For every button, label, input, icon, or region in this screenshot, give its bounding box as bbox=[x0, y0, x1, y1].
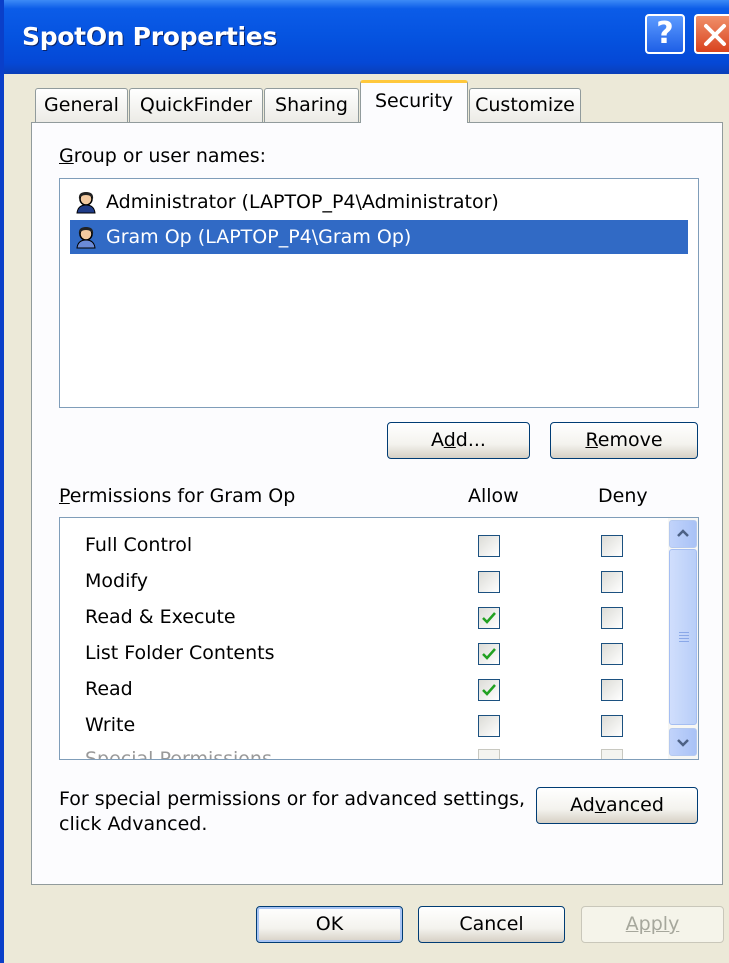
user-name: Administrator (LAPTOP_P4\Administrator) bbox=[106, 191, 499, 213]
permissions-list[interactable]: Full Control Modify Read & Execute List … bbox=[59, 517, 699, 760]
chevron-up-icon bbox=[677, 529, 689, 537]
deny-column-header: Deny bbox=[598, 485, 648, 507]
tab-customize[interactable]: Customize bbox=[469, 88, 581, 122]
close-icon[interactable] bbox=[694, 14, 729, 54]
help-icon[interactable]: ? bbox=[645, 14, 685, 54]
permission-row-special-permissions: Special Permissions bbox=[60, 742, 660, 760]
permission-name: Full Control bbox=[85, 534, 193, 556]
permission-row-full-control: Full Control bbox=[60, 528, 660, 564]
allow-checkbox[interactable] bbox=[478, 607, 500, 629]
permissions-label: Permissions for Gram Op bbox=[59, 485, 296, 507]
list-item-administrator[interactable]: Administrator (LAPTOP_P4\Administrator) bbox=[70, 185, 688, 219]
permission-row-modify: Modify bbox=[60, 564, 660, 600]
allow-checkbox[interactable] bbox=[478, 679, 500, 701]
permission-name: Write bbox=[85, 714, 136, 736]
allow-checkbox[interactable] bbox=[478, 643, 500, 665]
tab-sharing[interactable]: Sharing bbox=[264, 88, 359, 122]
allow-column-header: Allow bbox=[468, 485, 519, 507]
advanced-hint-line1: For special permissions or for advanced … bbox=[59, 788, 526, 810]
permission-row-read: Read bbox=[60, 672, 660, 708]
deny-checkbox[interactable] bbox=[601, 571, 623, 593]
scroll-down-button[interactable] bbox=[669, 728, 697, 756]
deny-checkbox[interactable] bbox=[601, 643, 623, 665]
checkmark-icon bbox=[482, 684, 496, 696]
permission-row-write: Write bbox=[60, 708, 660, 744]
permission-name: Read bbox=[85, 678, 133, 700]
allow-checkbox bbox=[478, 749, 500, 759]
scroll-thumb[interactable] bbox=[669, 549, 697, 725]
group-or-user-names-label: Group or user names: bbox=[59, 145, 267, 167]
cancel-button[interactable]: Cancel bbox=[418, 906, 565, 943]
permission-name: Modify bbox=[85, 570, 148, 592]
checkmark-icon bbox=[482, 648, 496, 660]
allow-checkbox[interactable] bbox=[478, 535, 500, 557]
add-button[interactable]: Add... bbox=[387, 422, 530, 459]
title-bar[interactable]: SpotOn Properties ? bbox=[4, 0, 729, 74]
permissions-scrollbar[interactable] bbox=[668, 518, 698, 759]
list-item-gram-op[interactable]: Gram Op (LAPTOP_P4\Gram Op) bbox=[70, 220, 688, 254]
tab-general[interactable]: General bbox=[35, 88, 128, 122]
user-icon bbox=[76, 227, 96, 249]
deny-checkbox[interactable] bbox=[601, 535, 623, 557]
advanced-button[interactable]: Advanced bbox=[536, 787, 698, 824]
scroll-up-button[interactable] bbox=[669, 520, 697, 548]
advanced-hint-line2: click Advanced. bbox=[59, 813, 208, 835]
window-title: SpotOn Properties bbox=[22, 22, 278, 51]
ok-button[interactable]: OK bbox=[256, 906, 403, 943]
deny-checkbox[interactable] bbox=[601, 607, 623, 629]
permission-row-list-folder-contents: List Folder Contents bbox=[60, 636, 660, 672]
permission-name: Read & Execute bbox=[85, 606, 236, 628]
chevron-down-icon bbox=[677, 739, 689, 747]
security-panel: Group or user names: Administrator (LAPT… bbox=[31, 122, 723, 885]
remove-button[interactable]: Remove bbox=[550, 422, 698, 459]
deny-checkbox bbox=[601, 749, 623, 759]
user-icon bbox=[76, 192, 96, 214]
user-name: Gram Op (LAPTOP_P4\Gram Op) bbox=[106, 226, 412, 248]
properties-window: SpotOn Properties ? General QuickFinder … bbox=[0, 0, 729, 963]
permission-name: List Folder Contents bbox=[85, 642, 275, 664]
tab-quickfinder[interactable]: QuickFinder bbox=[129, 88, 263, 122]
deny-checkbox[interactable] bbox=[601, 679, 623, 701]
allow-checkbox[interactable] bbox=[478, 571, 500, 593]
permission-name: Special Permissions bbox=[85, 748, 272, 760]
user-listbox[interactable]: Administrator (LAPTOP_P4\Administrator) … bbox=[59, 178, 699, 408]
checkmark-icon bbox=[482, 612, 496, 624]
apply-button[interactable]: Apply bbox=[581, 906, 724, 943]
tab-security[interactable]: Security bbox=[360, 80, 468, 123]
allow-checkbox[interactable] bbox=[478, 715, 500, 737]
permission-row-read-execute: Read & Execute bbox=[60, 600, 660, 636]
deny-checkbox[interactable] bbox=[601, 715, 623, 737]
